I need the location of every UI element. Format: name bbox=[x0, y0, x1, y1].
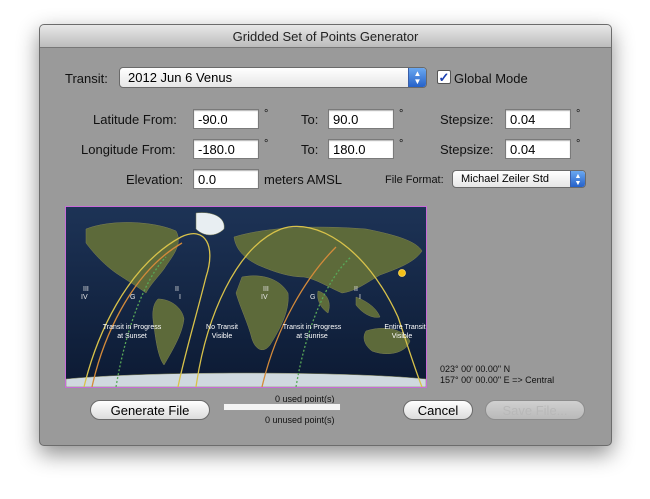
latitude-step-input[interactable]: 0.04 bbox=[505, 109, 571, 129]
region-label-sunrise-2: at Sunrise bbox=[296, 333, 328, 340]
elevation-label: Elevation: bbox=[126, 172, 184, 187]
contact-label: I bbox=[179, 294, 181, 301]
coordinate-longitude: 157° 00' 00.00" E => Central bbox=[440, 375, 555, 385]
save-file-button[interactable]: Save File... bbox=[485, 400, 585, 420]
longitude-from-input[interactable]: -180.0 bbox=[193, 139, 259, 159]
transit-select[interactable]: 2012 Jun 6 Venus ▲ ▼ bbox=[119, 67, 427, 88]
longitude-step-degree: ° bbox=[576, 138, 581, 150]
cancel-button[interactable]: Cancel bbox=[403, 400, 473, 420]
coordinate-latitude: 023° 00' 00.00" N bbox=[440, 364, 511, 374]
region-label-no-transit-2: Visible bbox=[212, 333, 233, 340]
longitude-step-input[interactable]: 0.04 bbox=[505, 139, 571, 159]
sun-marker bbox=[398, 269, 406, 277]
contact-label: G bbox=[310, 294, 315, 301]
longitude-to-label: To: bbox=[301, 142, 319, 157]
transit-visibility-map[interactable]: III IV G II I III IV G II I Transit in P… bbox=[65, 206, 427, 388]
generate-file-button[interactable]: Generate File bbox=[90, 400, 210, 420]
contact-label: II bbox=[175, 286, 179, 293]
contact-label: III bbox=[83, 286, 89, 293]
region-label-entire-2: Visible bbox=[392, 333, 413, 340]
contact-label: III bbox=[263, 286, 269, 293]
region-label-no-transit-1: No Transit bbox=[206, 324, 238, 331]
global-mode-checkbox[interactable]: ✓ bbox=[437, 70, 451, 84]
region-label-sunset-1: Transit in Progress bbox=[103, 324, 162, 331]
contact-label: I bbox=[359, 294, 361, 301]
longitude-to-input[interactable]: 180.0 bbox=[328, 139, 394, 159]
latitude-step-degree: ° bbox=[576, 108, 581, 120]
select-arrows-icon: ▲ ▼ bbox=[408, 68, 426, 87]
contact-label: II bbox=[354, 286, 358, 293]
longitude-step-label: Stepsize: bbox=[440, 142, 494, 157]
longitude-from-label: Longitude From: bbox=[81, 142, 176, 157]
latitude-step-label: Stepsize: bbox=[440, 112, 494, 127]
title-bar[interactable]: Gridded Set of Points Generator bbox=[40, 25, 611, 48]
generation-progress-bar bbox=[223, 403, 341, 411]
latitude-from-degree: ° bbox=[264, 108, 269, 120]
contact-label: G bbox=[130, 294, 135, 301]
transit-label: Transit: bbox=[65, 71, 108, 86]
window-title: Gridded Set of Points Generator bbox=[232, 29, 419, 44]
longitude-to-degree: ° bbox=[399, 138, 404, 150]
region-label-entire-1: Entire Transit bbox=[384, 324, 425, 331]
elevation-unit: meters AMSL bbox=[264, 172, 343, 187]
latitude-to-input[interactable]: 90.0 bbox=[328, 109, 394, 129]
region-label-sunrise-1: Transit in Progress bbox=[283, 324, 342, 331]
elevation-input[interactable]: 0.0 bbox=[193, 169, 259, 189]
transit-value: 2012 Jun 6 Venus bbox=[128, 70, 233, 85]
world-map-svg: III IV G II I III IV G II I Transit in P… bbox=[66, 207, 426, 387]
latitude-from-input[interactable]: -90.0 bbox=[193, 109, 259, 129]
longitude-from-degree: ° bbox=[264, 138, 269, 150]
file-format-select[interactable]: Michael Zeiler Std ▲ ▼ bbox=[452, 170, 586, 188]
region-label-sunset-2: at Sunset bbox=[117, 333, 147, 340]
unused-points-status: 0 unused point(s) bbox=[265, 415, 335, 425]
latitude-to-degree: ° bbox=[399, 108, 404, 120]
latitude-from-label: Latitude From: bbox=[93, 112, 177, 127]
select-arrows-icon: ▲ ▼ bbox=[570, 171, 585, 187]
global-mode-label: Global Mode bbox=[454, 71, 528, 86]
checkmark-icon: ✓ bbox=[438, 70, 450, 85]
contact-label: IV bbox=[261, 294, 268, 301]
generator-window: Gridded Set of Points Generator Transit:… bbox=[39, 24, 612, 446]
file-format-value: Michael Zeiler Std bbox=[461, 173, 550, 185]
continent-antarctica bbox=[66, 372, 426, 387]
latitude-to-label: To: bbox=[301, 112, 319, 127]
file-format-label: File Format: bbox=[385, 174, 444, 186]
contact-label: IV bbox=[81, 294, 88, 301]
